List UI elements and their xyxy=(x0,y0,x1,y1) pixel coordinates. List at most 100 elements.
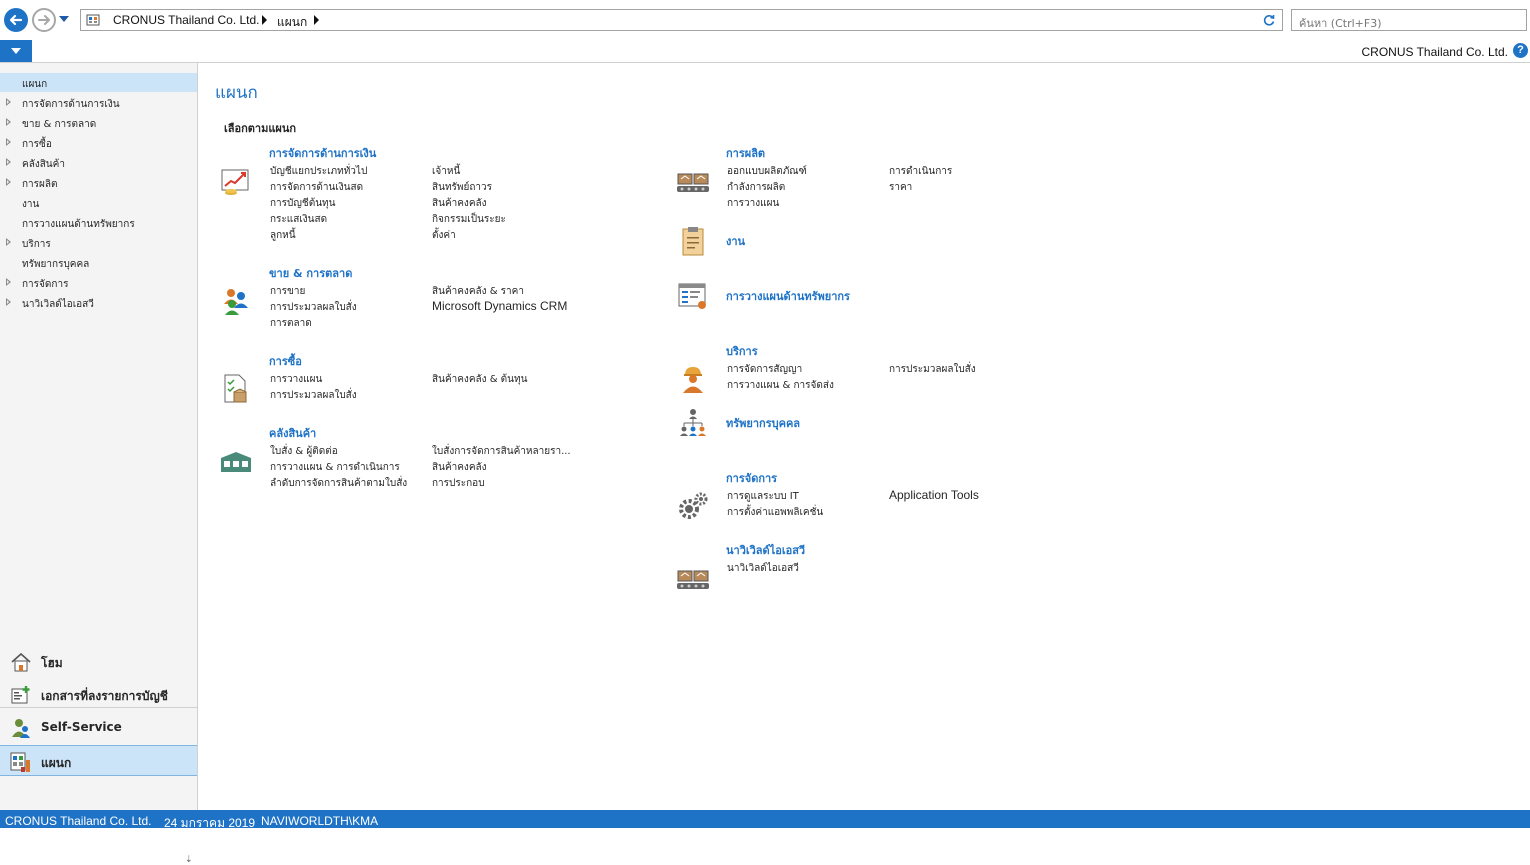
department-link[interactable]: สินค้าคงคลัง xyxy=(432,460,487,475)
department-link[interactable]: การบัญชีต้นทุน xyxy=(270,196,335,211)
nav-button-self-service[interactable]: Self-Service xyxy=(0,712,197,743)
divider xyxy=(0,62,1530,63)
tree-item[interactable]: นาวิเวิลด์ไอเอสวี xyxy=(0,293,197,312)
department-link[interactable]: Application Tools xyxy=(889,488,979,502)
department-link[interactable]: การตั้งค่าแอพพลิเคชั่น xyxy=(727,505,823,520)
group-title-link[interactable]: นาวิเวิลด์ไอเอสวี xyxy=(726,541,805,559)
clipboard-icon xyxy=(676,224,710,258)
tree-item-label: การซื้อ xyxy=(22,139,52,150)
department-link[interactable]: การขาย xyxy=(270,284,305,299)
department-link[interactable]: ตั้งค่า xyxy=(432,228,456,243)
breadcrumb-departments[interactable]: แผนก xyxy=(277,13,307,32)
refresh-icon[interactable] xyxy=(1262,13,1276,27)
sales-people-icon xyxy=(219,284,253,318)
department-link[interactable]: ลูกหนี้ xyxy=(270,228,296,243)
help-icon[interactable]: ? xyxy=(1513,43,1528,58)
department-link[interactable]: การตลาด xyxy=(270,316,312,331)
tree-item[interactable]: การวางแผนด้านทรัพยากร xyxy=(0,213,197,232)
navigation-pane: แผนก การจัดการด้านการเงิน ขาย & การตลาด การ… xyxy=(0,63,198,865)
purchase-document-icon xyxy=(219,372,253,406)
department-link[interactable]: ลำดับการจัดการสินค้าตามใบสั่ง xyxy=(270,476,407,491)
group-title-link[interactable]: บริการ xyxy=(726,342,758,360)
tree-item[interactable]: ขาย & การตลาด xyxy=(0,113,197,132)
department-link[interactable]: สินทรัพย์ถาวร xyxy=(432,180,492,195)
tree-item[interactable]: บริการ xyxy=(0,233,197,252)
tree-item[interactable]: ทรัพยากรบุคคล xyxy=(0,253,197,272)
search-input[interactable]: ค้นหา (Ctrl+F3) xyxy=(1291,9,1527,31)
department-link[interactable]: บัญชีแยกประเภททั่วไป xyxy=(270,164,367,179)
department-link[interactable]: การวางแผน & การดำเนินการ xyxy=(270,460,400,475)
department-link[interactable]: ราคา xyxy=(889,180,912,195)
home-icon xyxy=(11,652,31,672)
breadcrumb-separator-icon[interactable] xyxy=(262,15,267,25)
group-title-link[interactable]: การจัดการ xyxy=(726,469,777,487)
expand-arrow-icon[interactable] xyxy=(6,98,11,106)
department-link[interactable]: กำลังการผลิต xyxy=(727,180,785,195)
breadcrumb-separator-icon[interactable] xyxy=(314,15,319,25)
configure-buttons-icon[interactable]: ⇣ xyxy=(185,855,193,865)
group-title-link[interactable]: การซื้อ xyxy=(269,352,302,370)
department-link[interactable]: การดูแลระบบ IT xyxy=(727,489,799,504)
department-link[interactable]: ออกแบบผลิตภัณฑ์ xyxy=(727,164,807,179)
tree-item-label: งาน xyxy=(22,199,40,210)
expand-arrow-icon[interactable] xyxy=(6,278,11,286)
tree-item[interactable]: การซื้อ xyxy=(0,133,197,152)
department-link[interactable]: Microsoft Dynamics CRM xyxy=(432,299,567,313)
department-link[interactable]: เจ้าหนี้ xyxy=(432,164,460,179)
tree-item[interactable]: แผนก xyxy=(0,73,197,92)
section-heading: เลือกตามแผนก xyxy=(224,122,297,135)
department-link[interactable]: การดำเนินการ xyxy=(889,164,952,179)
group-title-link[interactable]: ขาย & การตลาด xyxy=(269,264,352,282)
gears-icon xyxy=(676,489,710,523)
tree-item-label: ทรัพยากรบุคคล xyxy=(22,259,90,270)
tree-item[interactable]: การจัดการ xyxy=(0,273,197,292)
nav-button-posted-documents[interactable]: เอกสารที่ลงรายการบัญชี xyxy=(0,679,197,710)
department-link[interactable]: การประกอบ xyxy=(432,476,485,491)
address-bar[interactable]: CRONUS Thailand Co. Ltd. แผนก xyxy=(80,9,1283,31)
department-link[interactable]: ใบสั่ง & ผู้ติดต่อ xyxy=(270,444,338,459)
department-link[interactable]: การวางแผน & การจัดส่ง xyxy=(727,378,834,393)
back-button[interactable] xyxy=(4,8,28,32)
expand-arrow-icon[interactable] xyxy=(6,138,11,146)
nav-button-departments[interactable]: แผนก xyxy=(0,745,197,776)
department-link[interactable]: สินค้าคงคลัง xyxy=(432,196,487,211)
department-link[interactable]: การประมวลผลใบสั่ง xyxy=(270,300,357,315)
tree-item[interactable]: การจัดการด้านการเงิน xyxy=(0,93,197,112)
department-link[interactable]: การประมวลผลใบสั่ง xyxy=(889,362,976,377)
group-title-link[interactable]: คลังสินค้า xyxy=(269,424,316,442)
tree-item-label: การจัดการ xyxy=(22,279,69,290)
group-title-link[interactable]: การผลิต xyxy=(726,144,765,162)
group-title-link[interactable]: การวางแผนด้านทรัพยากร xyxy=(726,287,850,305)
department-link[interactable]: กิจกรรมเป็นระยะ xyxy=(432,212,506,227)
expand-arrow-icon[interactable] xyxy=(6,118,11,126)
group-title-link[interactable]: งาน xyxy=(726,232,745,250)
department-link[interactable]: การจัดการสัญญา xyxy=(727,362,802,377)
status-company: CRONUS Thailand Co. Ltd. xyxy=(5,814,152,828)
department-link[interactable]: นาวิเวิลด์ไอเอสวี xyxy=(727,561,799,576)
status-date: 24 มกราคม 2019 xyxy=(164,816,256,830)
department-link[interactable]: ใบสั่งการจัดการสินค้าหลายรา... xyxy=(432,444,571,459)
department-link[interactable]: การวางแผน xyxy=(727,196,779,211)
expand-arrow-icon[interactable] xyxy=(6,298,11,306)
expand-arrow-icon[interactable] xyxy=(6,158,11,166)
nav-button-home[interactable]: โฮม xyxy=(0,646,197,677)
department-link[interactable]: สินค้าคงคลัง & ราคา xyxy=(432,284,524,299)
forward-button[interactable] xyxy=(32,8,56,32)
expand-arrow-icon[interactable] xyxy=(6,178,11,186)
history-dropdown-icon[interactable] xyxy=(59,16,69,22)
tree-item[interactable]: คลังสินค้า xyxy=(0,153,197,172)
department-link[interactable]: สินค้าคงคลัง & ต้นทุน xyxy=(432,372,527,387)
group-title-link[interactable]: การจัดการด้านการเงิน xyxy=(269,144,376,162)
expand-arrow-icon[interactable] xyxy=(6,238,11,246)
department-link[interactable]: การจัดการด้านเงินสด xyxy=(270,180,363,195)
department-link[interactable]: กระแสเงินสด xyxy=(270,212,327,227)
department-link[interactable]: การวางแผน xyxy=(270,372,322,387)
department-link[interactable]: การประมวลผลใบสั่ง xyxy=(270,388,357,403)
tree-item[interactable]: งาน xyxy=(0,193,197,212)
application-menu-button[interactable] xyxy=(0,40,32,62)
group-title-link[interactable]: ทรัพยากรบุคคล xyxy=(726,414,800,432)
tree-item[interactable]: การผลิต xyxy=(0,173,197,192)
breadcrumb-company[interactable]: CRONUS Thailand Co. Ltd. xyxy=(113,13,260,27)
tree-item-label: การวางแผนด้านทรัพยากร xyxy=(22,219,135,230)
org-chart-icon xyxy=(676,406,710,440)
